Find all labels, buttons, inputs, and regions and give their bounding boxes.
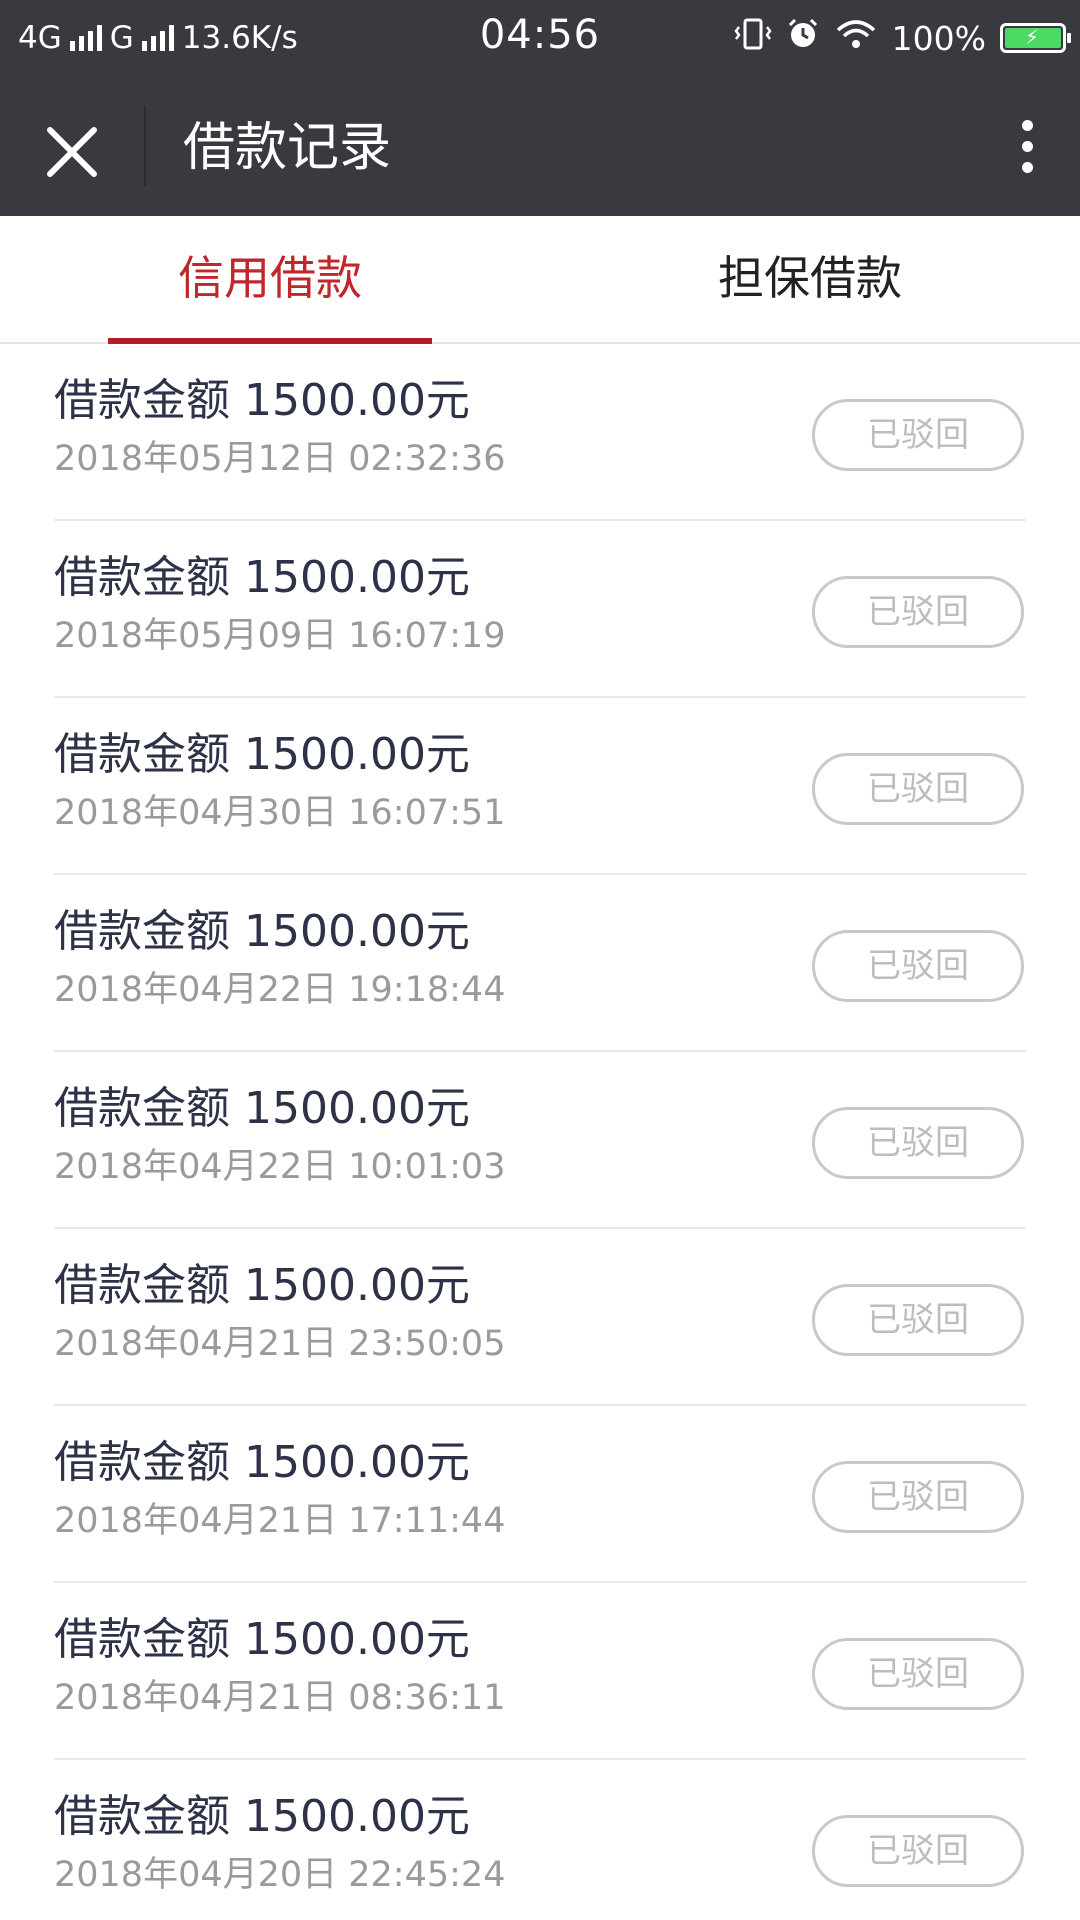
loan-amount: 借款金额 1500.00元	[54, 1083, 470, 1134]
tab-bar: 信用借款 担保借款	[0, 216, 1080, 344]
loan-date: 2018年05月12日 02:32:36	[54, 439, 506, 479]
status-badge: 已驳回	[812, 1461, 1024, 1533]
status-badge: 已驳回	[812, 399, 1024, 471]
battery-icon: ⚡	[1000, 23, 1071, 53]
loan-date: 2018年04月20日 22:45:24	[54, 1855, 506, 1895]
wifi-icon	[834, 18, 878, 58]
loan-amount: 借款金额 1500.00元	[54, 552, 470, 603]
status-badge: 已驳回	[812, 576, 1024, 648]
tab-guarantee-loan[interactable]: 担保借款	[540, 216, 1080, 344]
list-item[interactable]: 借款金额 1500.00元 2018年05月09日 16:07:19 已驳回	[0, 521, 1080, 698]
loan-amount: 借款金额 1500.00元	[54, 1437, 470, 1488]
loan-record-list: 借款金额 1500.00元 2018年05月12日 02:32:36 已驳回 借…	[0, 344, 1080, 1920]
battery-percent: 100%	[891, 18, 986, 58]
tab-credit-loan[interactable]: 信用借款	[0, 216, 540, 344]
loan-amount: 借款金额 1500.00元	[54, 1791, 470, 1842]
list-item[interactable]: 借款金额 1500.00元 2018年04月22日 10:01:03 已驳回	[0, 1052, 1080, 1229]
close-button[interactable]	[36, 116, 108, 188]
screen: 4G G 13.6K/s 04:56 100% ⚡ 借款记录 信用借款 担保借款…	[0, 0, 1080, 1920]
status-badge: 已驳回	[812, 753, 1024, 825]
status-badge: 已驳回	[812, 930, 1024, 1002]
alarm-icon	[786, 17, 820, 59]
list-item[interactable]: 借款金额 1500.00元 2018年04月21日 23:50:05 已驳回	[0, 1229, 1080, 1406]
list-item[interactable]: 借款金额 1500.00元 2018年04月20日 22:45:24 已驳回	[0, 1760, 1080, 1920]
more-menu-button[interactable]	[1002, 106, 1052, 186]
loan-amount: 借款金额 1500.00元	[54, 906, 470, 957]
list-item[interactable]: 借款金额 1500.00元 2018年04月22日 19:18:44 已驳回	[0, 875, 1080, 1052]
list-item[interactable]: 借款金额 1500.00元 2018年05月12日 02:32:36 已驳回	[0, 344, 1080, 521]
status-badge: 已驳回	[812, 1638, 1024, 1710]
loan-date: 2018年04月21日 08:36:11	[54, 1678, 506, 1718]
loan-date: 2018年04月30日 16:07:51	[54, 793, 506, 833]
list-item[interactable]: 借款金额 1500.00元 2018年04月21日 08:36:11 已驳回	[0, 1583, 1080, 1760]
loan-amount: 借款金额 1500.00元	[54, 1260, 470, 1311]
status-bar: 4G G 13.6K/s 04:56 100% ⚡	[0, 0, 1080, 76]
more-dots-icon	[1021, 119, 1033, 131]
close-icon	[47, 127, 97, 177]
nav-divider	[144, 106, 146, 186]
loan-date: 2018年04月21日 23:50:05	[54, 1324, 506, 1364]
status-right: 100% ⚡	[734, 14, 1071, 62]
loan-amount: 借款金额 1500.00元	[54, 1614, 470, 1665]
vibrate-icon	[734, 17, 772, 59]
loan-date: 2018年04月22日 10:01:03	[54, 1147, 506, 1187]
list-item[interactable]: 借款金额 1500.00元 2018年04月21日 17:11:44 已驳回	[0, 1406, 1080, 1583]
loan-date: 2018年04月22日 19:18:44	[54, 970, 506, 1010]
page-title: 借款记录	[183, 118, 392, 178]
loan-date: 2018年05月09日 16:07:19	[54, 616, 506, 656]
list-item[interactable]: 借款金额 1500.00元 2018年04月30日 16:07:51 已驳回	[0, 698, 1080, 875]
status-badge: 已驳回	[812, 1107, 1024, 1179]
status-badge: 已驳回	[812, 1815, 1024, 1887]
status-badge: 已驳回	[812, 1284, 1024, 1356]
nav-bar: 借款记录	[0, 76, 1080, 216]
loan-date: 2018年04月21日 17:11:44	[54, 1501, 506, 1541]
loan-amount: 借款金额 1500.00元	[54, 729, 470, 780]
loan-amount: 借款金额 1500.00元	[54, 375, 470, 426]
